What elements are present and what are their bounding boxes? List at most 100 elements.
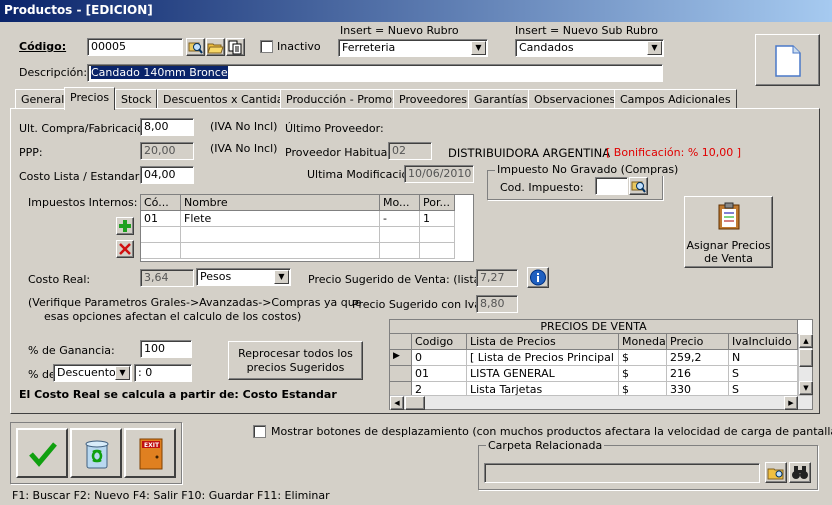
- impuestos-cell[interactable]: 1: [420, 211, 455, 227]
- ult-compra-input[interactable]: 8,00: [140, 118, 194, 136]
- scroll-thumb[interactable]: [799, 349, 813, 367]
- scroll-up-icon[interactable]: ▲: [799, 334, 813, 348]
- save-button[interactable]: [16, 428, 68, 478]
- pv-horizontal-scrollbar[interactable]: ◀ ▶: [390, 395, 812, 410]
- mostrar-checkbox[interactable]: [253, 425, 266, 438]
- moneda-value: Pesos: [200, 270, 232, 283]
- delete-button[interactable]: [70, 428, 122, 478]
- pv-cell[interactable]: 259,2: [667, 350, 729, 366]
- impuestos-header-porcentaje[interactable]: Por...: [420, 195, 455, 211]
- tab-produccion[interactable]: Producción - Promos: [280, 89, 404, 109]
- pv-header-ivaincluido[interactable]: IvaIncluido: [729, 334, 798, 350]
- impuestos-cell[interactable]: 01: [141, 211, 181, 227]
- carpeta-search-button[interactable]: [789, 462, 811, 483]
- impuestos-header-moneda[interactable]: Mo...: [380, 195, 420, 211]
- delete-impuesto-button[interactable]: [116, 240, 134, 258]
- copy-icon: [228, 40, 242, 55]
- inactivo-checkbox[interactable]: [260, 40, 273, 53]
- subrubro-dropdown-icon[interactable]: ▼: [647, 41, 662, 55]
- pv-cell[interactable]: LISTA GENERAL: [467, 366, 619, 382]
- impuestos-cell[interactable]: -: [380, 211, 420, 227]
- descuento-amount-input[interactable]: : 0: [134, 364, 192, 382]
- exit-button[interactable]: EXIT: [124, 428, 176, 478]
- tab-proveedores[interactable]: Proveedores: [393, 89, 473, 109]
- search-impuesto-button[interactable]: [629, 177, 648, 195]
- codigo-input[interactable]: 00005: [87, 38, 183, 56]
- moneda-dropdown-icon[interactable]: ▼: [274, 270, 289, 284]
- impuestos-header-nombre[interactable]: Nombre: [181, 195, 380, 211]
- copy-button[interactable]: [226, 38, 245, 56]
- magnifier-icon: [631, 181, 646, 193]
- mostrar-label: Mostrar botones de desplazamiento (con m…: [271, 425, 832, 438]
- tab-garantias[interactable]: Garantías: [468, 89, 534, 109]
- impuesto-group-label: Impuesto No Gravado (Compras): [495, 163, 681, 176]
- checkmark-icon: [29, 442, 57, 467]
- descuento-dropdown-icon[interactable]: ▼: [115, 366, 130, 380]
- rubro-dropdown-icon[interactable]: ▼: [471, 41, 486, 55]
- exit-sign-text: EXIT: [144, 442, 160, 449]
- pv-header-precio[interactable]: Precio: [667, 334, 729, 350]
- reprocesar-button[interactable]: Reprocesar todos los precios Sugeridos: [228, 341, 363, 380]
- tab-observaciones[interactable]: Observaciones: [528, 89, 622, 109]
- costo-lista-input[interactable]: 04,00: [140, 166, 194, 184]
- carpeta-input[interactable]: [484, 463, 760, 483]
- impuestos-grid[interactable]: Có... Nombre Mo... Por... 01 Flete - 1: [140, 194, 474, 262]
- scroll-down-icon[interactable]: ▼: [799, 381, 813, 395]
- ganancia-label: % de Ganancia:: [28, 344, 115, 357]
- add-impuesto-button[interactable]: [116, 217, 134, 235]
- pv-vertical-scrollbar[interactable]: ▲ ▼: [798, 334, 813, 395]
- iva-no-incl-2: (IVA No Incl): [210, 142, 278, 155]
- delete-x-icon: [119, 243, 131, 255]
- pv-cell[interactable]: 216: [667, 366, 729, 382]
- ganancia-input[interactable]: 100: [140, 340, 192, 358]
- pv-cell[interactable]: 0: [412, 350, 467, 366]
- open-folder-button[interactable]: [206, 38, 225, 56]
- moneda-select[interactable]: Pesos ▼: [196, 268, 291, 286]
- ult-compra-label: Ult. Compra/Fabricación:: [19, 122, 155, 135]
- asignar-label-1: Asignar Precios: [686, 239, 771, 252]
- precio-sugerido-label: Precio Sugerido de Venta: (lista 0): [308, 273, 496, 286]
- pv-header-moneda[interactable]: Moneda: [619, 334, 667, 350]
- tab-descuentos[interactable]: Descuentos x Cantidad: [157, 89, 297, 109]
- magnifier-folder-icon: [188, 42, 203, 54]
- carpeta-folder-button[interactable]: [765, 462, 787, 483]
- h-scroll-thumb[interactable]: [405, 396, 425, 410]
- info-button[interactable]: [527, 267, 549, 288]
- scroll-left-icon[interactable]: ◀: [390, 396, 404, 410]
- new-document-button[interactable]: [755, 34, 820, 86]
- pv-cell[interactable]: 01: [412, 366, 467, 382]
- pv-header-lista[interactable]: Lista de Precios: [467, 334, 619, 350]
- bonificacion-text: [ Bonificación: % 10,00 ]: [606, 146, 742, 159]
- scroll-right-icon[interactable]: ▶: [784, 396, 798, 410]
- pv-header-codigo[interactable]: Codigo: [412, 334, 467, 350]
- tab-stock[interactable]: Stock: [115, 89, 158, 109]
- rubro-select[interactable]: Ferreteria ▼: [338, 39, 488, 57]
- descripcion-value: Candado 140mm Bronce: [91, 66, 228, 79]
- inactivo-label: Inactivo: [277, 40, 321, 53]
- pv-cell[interactable]: $: [619, 350, 667, 366]
- descuento-select[interactable]: Descuento ▼: [53, 364, 132, 382]
- search-codigo-button[interactable]: [186, 38, 205, 56]
- cod-impuesto-label: Cod. Impuesto:: [500, 181, 584, 194]
- impuestos-internos-label: Impuestos Internos:: [28, 196, 138, 209]
- tab-general[interactable]: General: [15, 89, 71, 109]
- precios-venta-title: PRECIOS DE VENTA: [390, 320, 798, 334]
- subrubro-value: Candados: [519, 41, 574, 54]
- subrubro-select[interactable]: Candados ▼: [515, 39, 664, 57]
- pv-cell[interactable]: [ Lista de Precios Principal ]: [467, 350, 619, 366]
- cod-impuesto-input[interactable]: [595, 177, 628, 195]
- descripcion-label: Descripción:: [19, 66, 88, 79]
- precios-venta-grid[interactable]: PRECIOS DE VENTA Codigo Lista de Precios…: [389, 319, 813, 410]
- pv-cell[interactable]: N: [729, 350, 798, 366]
- impuestos-header-codigo[interactable]: Có...: [141, 195, 181, 211]
- descripcion-input[interactable]: Candado 140mm Bronce: [87, 64, 663, 82]
- tab-precios[interactable]: Precios: [64, 87, 116, 110]
- asignar-precios-button[interactable]: Asignar Precios de Venta: [684, 196, 773, 268]
- precio-sugerido-value: 7,27: [476, 269, 518, 287]
- pv-cell[interactable]: $: [619, 366, 667, 382]
- tab-campos-adicionales[interactable]: Campos Adicionales: [614, 89, 737, 109]
- pv-cell[interactable]: S: [729, 366, 798, 382]
- plus-icon: [119, 220, 131, 232]
- precio-iva-value: 8,80: [476, 295, 518, 313]
- impuestos-cell[interactable]: Flete: [181, 211, 380, 227]
